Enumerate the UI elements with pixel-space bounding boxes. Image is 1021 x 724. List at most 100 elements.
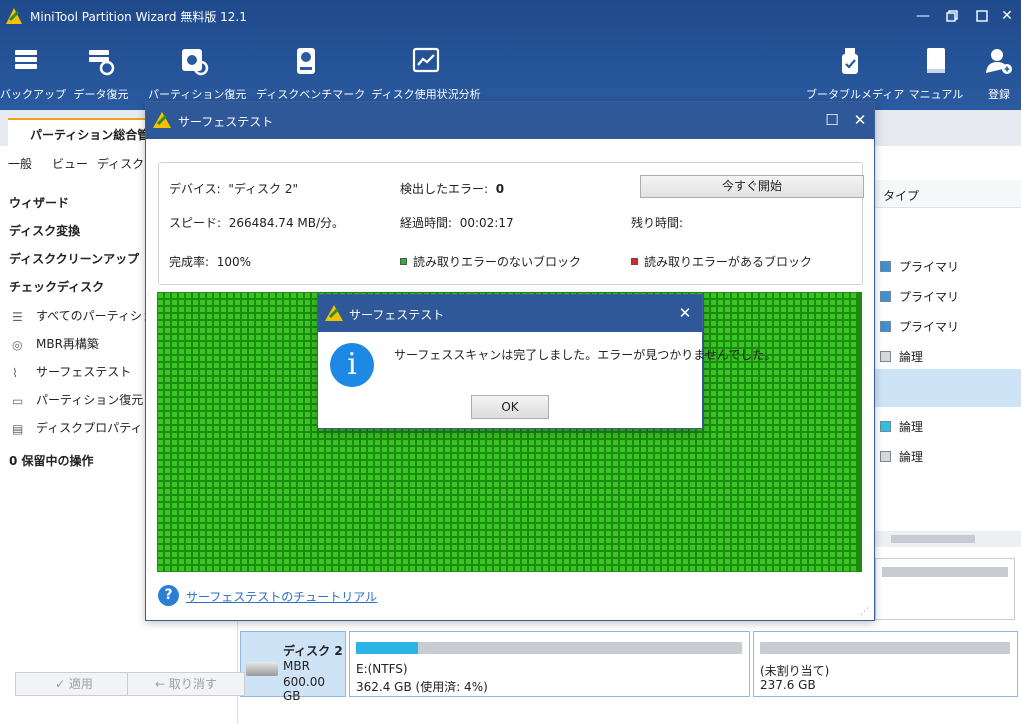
section-disk-convert[interactable]: ディスク変換 <box>9 222 80 239</box>
partition-row[interactable]: プライマリ <box>880 288 959 305</box>
pending-operations[interactable]: 0 保留中の操作 <box>9 452 94 469</box>
action-partition-recovery[interactable]: ▭ パーティション復元 <box>12 391 143 408</box>
dialog-close-button[interactable]: ✕ <box>848 109 872 131</box>
disk-block <box>816 377 821 382</box>
disk-block <box>417 503 422 508</box>
toolbar-disk-benchmark[interactable]: ディスクベンチマーク <box>256 46 365 106</box>
disk-block <box>844 391 849 396</box>
toolbar-space-analyzer[interactable]: ディスク使用状況分析 <box>368 46 484 106</box>
ok-button[interactable]: OK <box>471 395 549 419</box>
disk-block <box>522 531 527 536</box>
minimize-button[interactable]: — <box>909 4 937 28</box>
action-surface-test[interactable]: ⌇ サーフェステスト <box>12 363 131 380</box>
partition-row[interactable]: プライマリ <box>880 318 959 335</box>
start-now-button[interactable]: 今すぐ開始 <box>640 175 864 198</box>
disk-block <box>431 524 436 529</box>
disk-block <box>277 482 282 487</box>
disk-block <box>620 503 625 508</box>
disk-block <box>270 454 275 459</box>
partition-row[interactable]: 論理 <box>880 348 923 365</box>
disk-block <box>739 405 744 410</box>
unallocated-card[interactable]: (未割り当て) 237.6 GB <box>753 631 1018 697</box>
restore-down-button[interactable] <box>968 4 996 28</box>
disk-block <box>333 517 338 522</box>
menu-view[interactable]: ビュー <box>52 155 88 172</box>
toolbar-data-recovery[interactable]: データ復元 <box>68 46 134 106</box>
disk-block <box>480 538 485 543</box>
disk-block <box>186 524 191 529</box>
disk-block <box>326 461 331 466</box>
tab-partition-management[interactable]: パーティション総合管理 <box>8 118 158 146</box>
partition-e-card[interactable]: E:(NTFS) 362.4 GB (使用済: 4%) <box>349 631 750 697</box>
horizontal-scrollbar[interactable] <box>875 531 1021 547</box>
menu-general[interactable]: 一般 <box>8 155 32 172</box>
disk-block <box>830 307 835 312</box>
menu-disk[interactable]: ディスク <box>97 155 144 172</box>
disk-block <box>214 363 219 368</box>
disk-block <box>424 447 429 452</box>
message-close-button[interactable]: ✕ <box>674 302 696 324</box>
disk-block <box>179 293 184 298</box>
resize-grip-icon[interactable]: ⋰ <box>860 607 870 617</box>
disk-block <box>830 482 835 487</box>
disk-block <box>186 545 191 550</box>
disk-block <box>809 510 814 515</box>
disk-block <box>396 517 401 522</box>
partition-row[interactable]: 論理 <box>880 448 923 465</box>
disk-block <box>802 293 807 298</box>
remaining-info: 残り時間: <box>631 214 687 231</box>
disk-block <box>781 489 786 494</box>
disk-block <box>452 433 457 438</box>
section-check-disk[interactable]: チェックディスク <box>9 278 104 295</box>
disk-block <box>802 552 807 557</box>
message-title-bar[interactable]: サーフェステスト ✕ <box>318 295 702 332</box>
disk-block <box>298 412 303 417</box>
disk-block <box>844 489 849 494</box>
disk-block <box>837 461 842 466</box>
toolbar-register[interactable]: 登録 <box>978 46 1020 106</box>
disk-block <box>711 321 716 326</box>
disk-block <box>165 426 170 431</box>
column-header-type[interactable]: タイプ <box>883 187 919 204</box>
dialog-title-bar[interactable]: サーフェステスト ☐ ✕ <box>146 102 874 139</box>
disk-block <box>207 342 212 347</box>
disk-block <box>683 545 688 550</box>
disk-block <box>571 489 576 494</box>
disk-block <box>669 531 674 536</box>
disk-block <box>851 314 856 319</box>
scrollbar-thumb[interactable] <box>891 535 975 543</box>
disk-block <box>564 545 569 550</box>
section-wizard[interactable]: ウィザード <box>9 194 69 211</box>
restore-button[interactable] <box>938 4 966 28</box>
disk-block <box>809 496 814 501</box>
action-rebuild-mbr[interactable]: ◎ MBR再構築 <box>12 335 99 352</box>
disk-block <box>781 398 786 403</box>
toolbar-manual[interactable]: マニュアル <box>908 46 964 106</box>
disk-block <box>795 405 800 410</box>
toolbar-partition-recovery[interactable]: パーティション復元 <box>148 46 246 106</box>
toolbar-bootable-media[interactable]: ブータブルメディア <box>806 46 904 106</box>
section-disk-cleanup[interactable]: ディスククリーンアップ <box>9 250 139 267</box>
disk-block <box>753 454 758 459</box>
selected-row-highlight[interactable] <box>875 369 1021 407</box>
toolbar-backup[interactable]: バックアップ <box>0 46 66 106</box>
close-app-button[interactable]: ✕ <box>993 4 1021 28</box>
dialog-maximize-button[interactable]: ☐ <box>820 109 844 131</box>
partition-row[interactable]: 論理 <box>880 418 923 435</box>
disk-block <box>284 482 289 487</box>
disk-2-card[interactable]: ディスク 2 MBR 600.00 GB <box>240 631 346 703</box>
disk-block <box>165 517 170 522</box>
tutorial-link[interactable]: サーフェステストのチュートリアル <box>186 588 377 605</box>
disk-block <box>235 314 240 319</box>
disk-block <box>459 468 464 473</box>
disk-block <box>305 566 310 571</box>
disk-block <box>732 559 737 564</box>
apply-button[interactable]: ✓ 適用 <box>15 672 133 696</box>
undo-button[interactable]: ← 取り消す <box>127 672 245 696</box>
partition-row[interactable]: プライマリ <box>880 258 959 275</box>
disk-block <box>487 524 492 529</box>
disk-block <box>256 321 261 326</box>
action-disk-properties[interactable]: ▤ ディスクプロパティ <box>12 419 142 436</box>
disk-block <box>172 566 177 571</box>
disk-block <box>830 426 835 431</box>
